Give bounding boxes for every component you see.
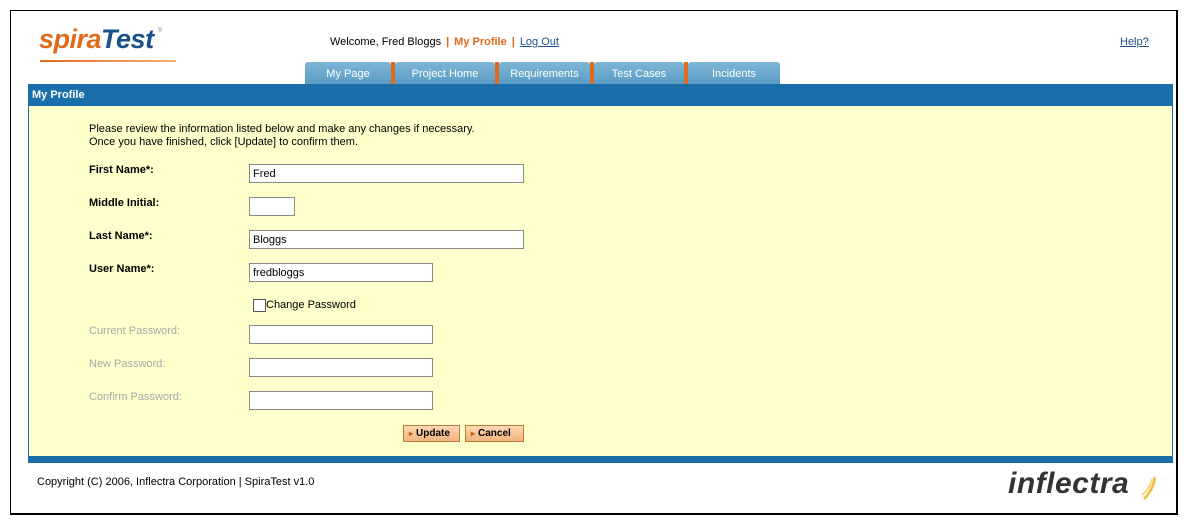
logo-underline — [40, 60, 176, 62]
intro-line-2: Once you have finished, click [Update] t… — [89, 136, 359, 148]
last-name-label: Last Name*: — [89, 230, 153, 242]
copyright-text: Copyright (C) 2006, Inflectra Corporatio… — [37, 476, 315, 488]
confirm-password-field[interactable] — [249, 391, 433, 410]
footer-bar — [28, 456, 1173, 463]
change-password-checkbox[interactable] — [253, 299, 266, 312]
update-button-label: Update — [416, 428, 450, 439]
arrow-icon: ▸ — [471, 429, 476, 438]
profile-panel — [28, 106, 1173, 456]
cancel-button[interactable]: ▸ Cancel — [465, 425, 524, 442]
update-button[interactable]: ▸ Update — [403, 425, 460, 442]
inflectra-swoosh-icon — [1142, 476, 1156, 501]
first-name-field[interactable] — [249, 164, 524, 183]
current-password-field[interactable] — [249, 325, 433, 344]
middle-initial-field[interactable] — [249, 197, 295, 216]
separator: | — [446, 36, 450, 48]
tab-my-page[interactable]: My Page — [305, 62, 391, 84]
new-password-field[interactable] — [249, 358, 433, 377]
intro-text: Please review the information listed bel… — [89, 123, 475, 149]
current-password-label: Current Password: — [89, 325, 181, 337]
tab-incidents[interactable]: Incidents — [688, 62, 780, 84]
log-out-link[interactable]: Log Out — [520, 36, 559, 48]
my-profile-link[interactable]: My Profile — [454, 36, 507, 48]
cancel-button-label: Cancel — [478, 428, 511, 439]
middle-initial-label: Middle Initial: — [89, 197, 160, 209]
new-password-label: New Password: — [89, 358, 166, 370]
spiratest-logo: spiraTest ® — [39, 24, 162, 55]
confirm-password-label: Confirm Password: — [89, 391, 182, 403]
arrow-icon: ▸ — [409, 429, 414, 438]
logo-trademark: ® — [157, 28, 162, 34]
page-title: My Profile — [28, 84, 1173, 106]
logo-part-test: Test — [101, 24, 154, 54]
logo-part-spira: spira — [39, 24, 102, 54]
tab-requirements[interactable]: Requirements — [499, 62, 590, 84]
user-name-field[interactable] — [249, 263, 433, 282]
tab-test-cases[interactable]: Test Cases — [594, 62, 684, 84]
help-link[interactable]: Help? — [1120, 36, 1149, 48]
welcome-bar: Welcome, Fred Bloggs | My Profile | Log Out — [330, 36, 559, 48]
welcome-text: Welcome, Fred Bloggs — [330, 36, 442, 48]
last-name-field[interactable] — [249, 230, 524, 249]
separator: | — [511, 36, 515, 48]
user-name-label: User Name*: — [89, 263, 155, 275]
tab-project-home[interactable]: Project Home — [395, 62, 495, 84]
intro-line-1: Please review the information listed bel… — [89, 123, 475, 135]
first-name-label: First Name*: — [89, 164, 154, 176]
inflectra-logo: inflectra — [1008, 467, 1130, 500]
change-password-label[interactable]: Change Password — [266, 299, 356, 311]
